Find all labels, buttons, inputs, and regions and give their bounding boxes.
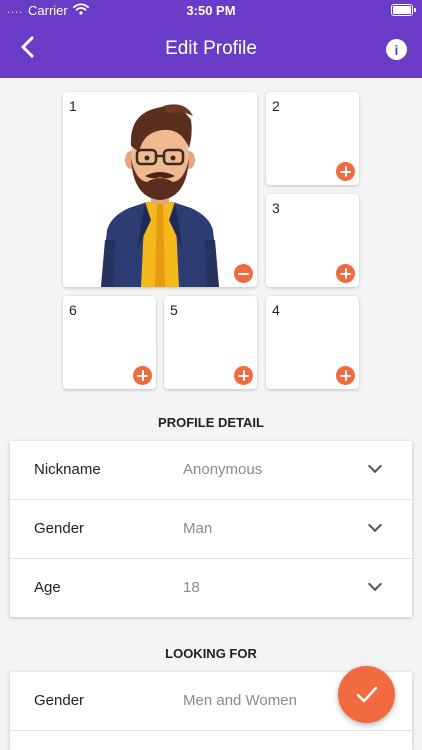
info-icon: i (394, 42, 399, 58)
photo-slot-number: 3 (272, 200, 280, 216)
photo-slot-2[interactable]: 2 (266, 92, 359, 185)
row-value: 18 (183, 579, 200, 596)
add-photo-button[interactable] (133, 366, 152, 385)
add-photo-button[interactable] (336, 264, 355, 283)
photo-slot-3[interactable]: 3 (266, 194, 359, 287)
photo-slot-1[interactable]: 1 (63, 92, 257, 287)
row-value: Men and Women (183, 692, 297, 709)
page-title: Edit Profile (165, 38, 257, 59)
avatar-photo (101, 104, 219, 287)
row-label: Nickname (34, 461, 101, 478)
save-button[interactable] (338, 666, 395, 723)
nickname-row[interactable]: Nickname Anonymous (10, 441, 412, 499)
photo-slot-number: 5 (170, 302, 178, 318)
top-bar: .... Carrier 3:50 PM Edit Profile i (0, 0, 422, 78)
photo-slot-number: 2 (272, 98, 280, 114)
photo-slot-number: 4 (272, 302, 280, 318)
looking-for-heading: LOOKING FOR (165, 646, 257, 661)
row-label: Gender (34, 692, 85, 709)
profile-detail-card: Nickname Anonymous Gender Man Age 18 (10, 441, 412, 617)
photo-slot-number: 6 (69, 302, 77, 318)
photo-slot-number: 1 (69, 98, 77, 114)
row-value: Man (183, 520, 213, 537)
chevron-down-icon (367, 576, 383, 592)
age-row[interactable]: Age 18 (10, 558, 412, 617)
chevron-down-icon (367, 458, 383, 474)
profile-detail-heading: PROFILE DETAIL (158, 415, 264, 430)
checkmark-icon (356, 686, 378, 703)
clock: 3:50 PM (186, 3, 236, 18)
gender-row[interactable]: Gender Man (10, 499, 412, 558)
add-photo-button[interactable] (336, 162, 355, 181)
add-photo-button[interactable] (234, 366, 253, 385)
photo-slot-6[interactable]: 6 (63, 296, 156, 389)
status-bar: .... Carrier 3:50 PM (0, 0, 422, 22)
chevron-down-icon (367, 517, 383, 533)
add-photo-button[interactable] (336, 366, 355, 385)
looking-for-next-row[interactable] (10, 730, 412, 750)
info-button[interactable]: i (386, 39, 407, 60)
photo-slot-4[interactable]: 4 (266, 296, 359, 389)
photo-slot-5[interactable]: 5 (164, 296, 257, 389)
row-value: Anonymous (183, 461, 263, 478)
row-label: Gender (34, 520, 85, 537)
battery-icon (391, 4, 416, 16)
row-label: Age (34, 579, 61, 596)
remove-photo-button[interactable] (234, 264, 253, 283)
